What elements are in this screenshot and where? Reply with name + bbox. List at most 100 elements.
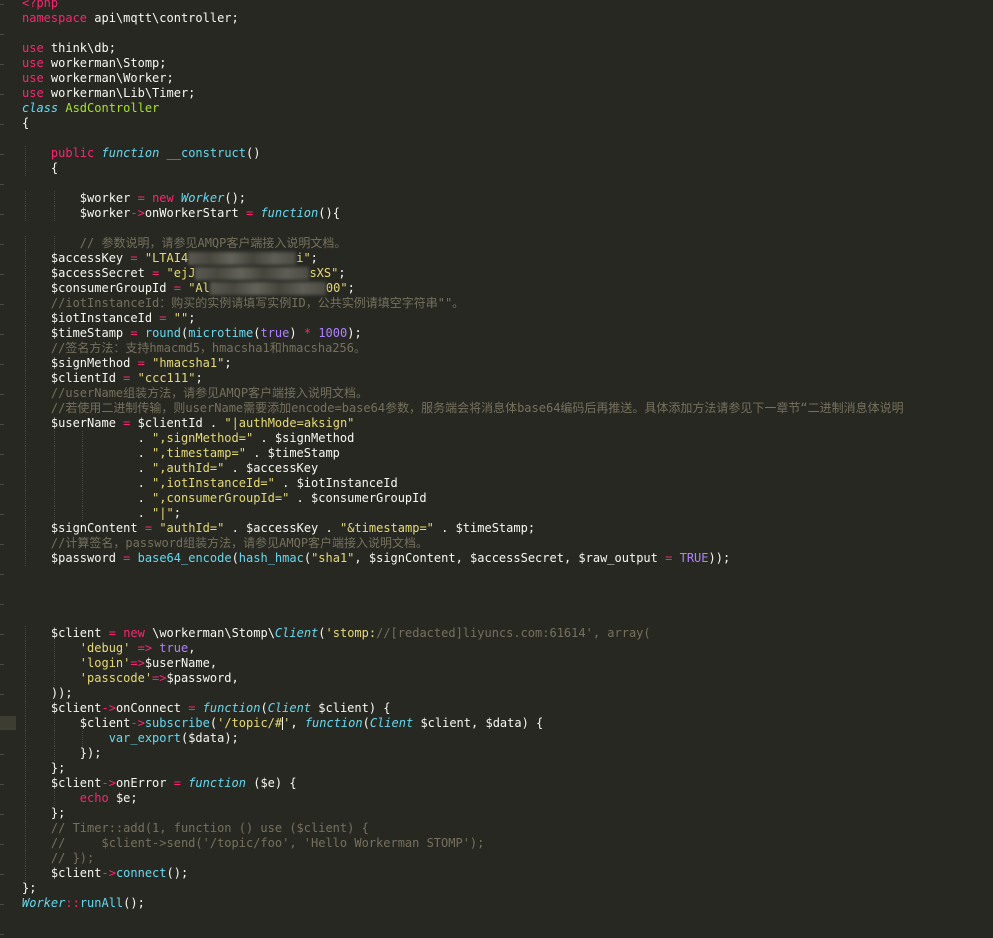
indent-guide	[24, 326, 27, 341]
code-line[interactable]: class AsdController	[22, 101, 993, 116]
code-line[interactable]: //iotInstanceId：购买的实例请填写实例ID，公共实例请填空字符串"…	[22, 296, 993, 311]
code-line[interactable]: // });	[22, 851, 993, 866]
code-line[interactable]: $timeStamp = round(microtime(true) * 100…	[22, 326, 993, 341]
code-line[interactable]: . ",authId=" . $accessKey	[22, 461, 993, 476]
code-line[interactable]	[22, 596, 993, 611]
code-line[interactable]: $worker = new Worker();	[22, 191, 993, 206]
indent-guide	[24, 521, 27, 536]
code-line[interactable]	[22, 581, 993, 596]
indent-guide	[53, 206, 56, 221]
code-line[interactable]: 'passcode'=>$password,	[22, 671, 993, 686]
code-line[interactable]: use workerman\Lib\Timer;	[22, 86, 993, 101]
code-line[interactable]: ));	[22, 686, 993, 701]
indent-guide	[24, 146, 27, 161]
code-line[interactable]: };	[22, 806, 993, 821]
code-line[interactable]: $client->connect();	[22, 866, 993, 881]
code-line[interactable]: //计算签名，password组装方法，请参见AMQP客户端接入说明文档。	[22, 536, 993, 551]
code-line[interactable]: . "|";	[22, 506, 993, 521]
indent-guide	[24, 836, 27, 851]
indent-guide	[24, 641, 27, 656]
indent-guide	[24, 236, 27, 251]
indent-guide	[82, 431, 84, 446]
indent-guide	[53, 656, 56, 671]
code-line[interactable]: $worker->onWorkerStart = function(){	[22, 206, 993, 221]
indent-guide	[24, 161, 27, 176]
code-line[interactable]: use workerman\Worker;	[22, 71, 993, 86]
code-line[interactable]: // 参数说明，请参见AMQP客户端接入说明文档。	[22, 236, 993, 251]
code-line[interactable]: . ",signMethod=" . $signMethod	[22, 431, 993, 446]
indent-guide	[82, 461, 84, 476]
code-line[interactable]: $accessSecret = "ejJ sXS";	[22, 266, 993, 281]
code-line[interactable]: $signMethod = "hmacsha1";	[22, 356, 993, 371]
indent-guide	[53, 191, 56, 206]
code-line[interactable]: });	[22, 746, 993, 761]
indent-guide	[24, 311, 27, 326]
code-line[interactable]: $password = base64_encode(hash_hmac("sha…	[22, 551, 993, 566]
code-line[interactable]: . ",timestamp=" . $timeStamp	[22, 446, 993, 461]
code-line[interactable]: $accessKey = "LTAI4 i";	[22, 251, 993, 266]
code-line[interactable]: //若使用二进制传输，则userName需要添加encode=base64参数，…	[22, 401, 993, 416]
indent-guide	[24, 416, 27, 431]
code-line[interactable]	[22, 26, 993, 41]
code-line[interactable]	[22, 176, 993, 191]
indent-guide	[24, 341, 27, 356]
indent-guide	[53, 731, 56, 746]
indent-guide	[24, 806, 27, 821]
code-line[interactable]: $userName = $clientId . "|authMode=aksig…	[22, 416, 993, 431]
code-line[interactable]	[22, 566, 993, 581]
indent-guide	[24, 851, 27, 866]
indent-guide	[24, 251, 27, 266]
indent-guide	[53, 506, 56, 521]
code-line[interactable]: $client = new \workerman\Stomp\Client('s…	[22, 626, 993, 641]
code-line[interactable]: // Timer::add(1, function () use ($clien…	[22, 821, 993, 836]
code-line[interactable]	[22, 611, 993, 626]
code-editor[interactable]: <?php namespace api\mqtt\controller; use t…	[22, 0, 993, 911]
indent-guide	[24, 401, 27, 416]
code-line[interactable]: public function __construct()	[22, 146, 993, 161]
code-line[interactable]: // $client->send('/topic/foo', 'Hello Wo…	[22, 836, 993, 851]
code-line[interactable]: 'debug' => true,	[22, 641, 993, 656]
code-line[interactable]: };	[22, 881, 993, 896]
code-line[interactable]: Worker::runAll();	[22, 896, 993, 911]
indent-guide	[24, 626, 27, 641]
indent-guide	[24, 776, 27, 791]
code-line[interactable]: use workerman\Stomp;	[22, 56, 993, 71]
code-line[interactable]: {	[22, 161, 993, 176]
indent-guide	[24, 371, 27, 386]
indent-guide	[24, 266, 27, 281]
code-line[interactable]: $consumerGroupId = "Al 00";	[22, 281, 993, 296]
indent-guide	[24, 746, 27, 761]
indent-guide	[53, 476, 56, 491]
indent-guide	[24, 476, 27, 491]
code-line[interactable]: . ",consumerGroupId=" . $consumerGroupId	[22, 491, 993, 506]
code-line[interactable]: $signContent = "authId=" . $accessKey . …	[22, 521, 993, 536]
code-line[interactable]: echo $e;	[22, 791, 993, 806]
code-line[interactable]: };	[22, 761, 993, 776]
code-line[interactable]: $client->subscribe('/topic/#', function(…	[22, 716, 993, 731]
code-line[interactable]: use think\db;	[22, 41, 993, 56]
indent-guide	[24, 356, 27, 371]
code-line[interactable]: $client->onConnect = function(Client $cl…	[22, 701, 993, 716]
code-line[interactable]: $iotInstanceId = "";	[22, 311, 993, 326]
indent-guide	[24, 821, 27, 836]
code-line[interactable]: //签名方法：支持hmacmd5，hmacsha1和hmacsha256。	[22, 341, 993, 356]
indent-guide	[24, 446, 27, 461]
code-line[interactable]: //userName组装方法，请参见AMQP客户端接入说明文档。	[22, 386, 993, 401]
code-line[interactable]	[22, 221, 993, 236]
code-line[interactable]: 'login'=>$userName,	[22, 656, 993, 671]
code-line[interactable]: . ",iotInstanceId=" . $iotInstanceId	[22, 476, 993, 491]
indent-guide	[24, 761, 27, 776]
code-line[interactable]: {	[22, 116, 993, 131]
indent-guide	[53, 716, 56, 731]
code-line[interactable]: $clientId = "ccc111";	[22, 371, 993, 386]
code-line[interactable]: $client->onError = function ($e) {	[22, 776, 993, 791]
code-line[interactable]: var_export($data);	[22, 731, 993, 746]
code-line[interactable]	[22, 131, 993, 146]
indent-guide	[24, 431, 27, 446]
indent-guide	[53, 671, 56, 686]
indent-guide	[24, 656, 27, 671]
indent-guide	[82, 731, 84, 746]
indent-guide	[53, 641, 56, 656]
code-line[interactable]: namespace api\mqtt\controller;	[22, 11, 993, 26]
code-line[interactable]: <?php	[22, 0, 993, 11]
